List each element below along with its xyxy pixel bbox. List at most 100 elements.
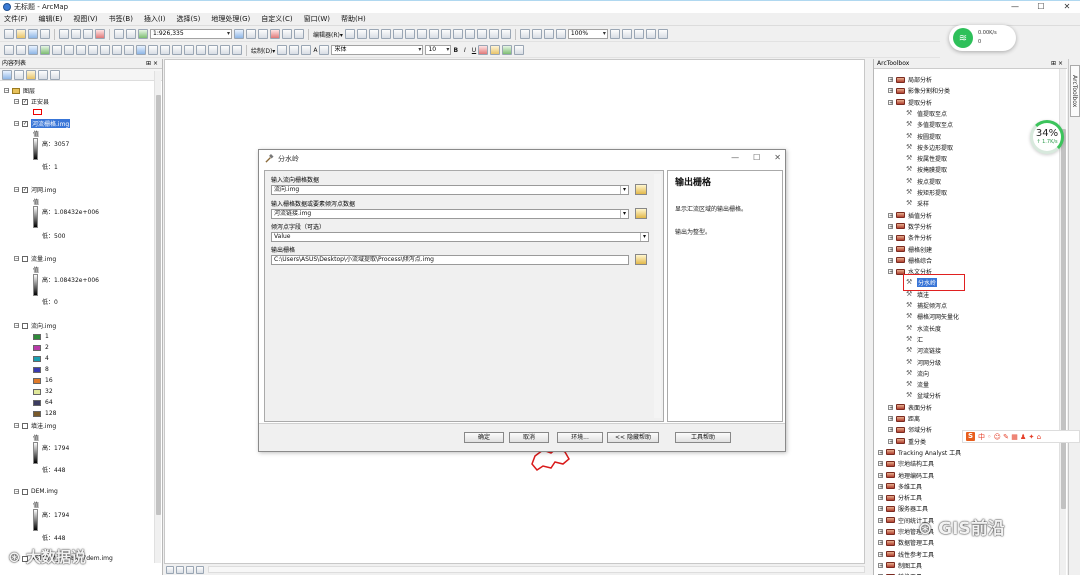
hyperlink-icon[interactable] <box>148 45 158 55</box>
layer-name[interactable]: 河网.img <box>31 185 56 194</box>
change-layout-icon[interactable] <box>633 29 644 39</box>
environments-button[interactable]: 环境... <box>557 432 603 443</box>
expand-icon[interactable]: + <box>878 461 883 467</box>
italic-button[interactable]: I <box>464 47 466 54</box>
collapse-icon[interactable]: − <box>14 256 19 262</box>
toolset-item[interactable]: + 数学分析 <box>888 222 932 231</box>
viewer-window-icon[interactable] <box>232 45 242 55</box>
toolset-item[interactable]: + 局部分析 <box>888 75 932 84</box>
dialog-minimize-button[interactable]: — <box>731 153 739 162</box>
minimize-button[interactable]: — <box>1002 1 1028 13</box>
layer-row[interactable]: − ✓ 正安县 <box>14 97 49 106</box>
toolset-item[interactable]: + 线性参考工具 <box>878 550 934 559</box>
layer-visibility-checkbox[interactable] <box>22 255 28 262</box>
rotate-element-icon[interactable] <box>289 45 300 55</box>
data-view-icon[interactable] <box>166 565 174 574</box>
layout-icon[interactable] <box>519 29 530 39</box>
collapse-icon[interactable]: − <box>14 99 19 105</box>
list-by-selection-icon[interactable] <box>38 69 48 80</box>
toolset-item[interactable]: + 邻域分析 <box>888 425 932 434</box>
tool-item[interactable]: ⚒ 多值提取至点 <box>906 120 953 130</box>
model-builder-icon[interactable] <box>294 29 304 39</box>
tool-item[interactable]: ⚒ 栅格河网矢量化 <box>906 312 959 322</box>
layer-name[interactable]: 流向.img <box>31 321 56 330</box>
attributes-icon[interactable] <box>476 29 487 39</box>
full-extent-icon[interactable] <box>40 45 50 55</box>
toolset-item[interactable]: + 服务器工具 <box>878 504 928 513</box>
table-of-contents-icon[interactable] <box>246 29 256 39</box>
expand-icon[interactable]: + <box>878 506 883 512</box>
arctoolbox-pin-close[interactable]: ⊞ × <box>1051 59 1063 69</box>
layer-visibility-checkbox[interactable] <box>22 322 28 329</box>
tool-item[interactable]: ⚒ 采样 <box>906 199 929 209</box>
find-icon[interactable] <box>184 45 194 55</box>
expand-icon[interactable]: + <box>888 88 893 94</box>
copy-icon[interactable] <box>71 29 81 39</box>
tool-item[interactable]: ⚒ 流量 <box>906 380 929 390</box>
new-map-icon[interactable] <box>4 29 14 39</box>
expand-icon[interactable]: + <box>888 246 893 252</box>
tool-item[interactable]: ⚒ 值提取至点 <box>906 109 947 118</box>
tool-item[interactable]: ⚒ 按矩形提取 <box>906 188 947 198</box>
expand-icon[interactable]: + <box>888 416 893 422</box>
toolset-item[interactable]: + 栅格综合 <box>888 256 932 265</box>
list-by-source-icon[interactable] <box>14 69 24 80</box>
fixed-zoom-out-icon[interactable] <box>64 45 74 55</box>
toolset-item[interactable]: + 影像分割和分类 <box>888 86 950 95</box>
edit-tool-icon[interactable] <box>344 29 355 39</box>
layer-visibility-checkbox[interactable] <box>22 488 28 495</box>
dialog-close-button[interactable]: ✕ <box>774 153 781 162</box>
tool-item[interactable]: ⚒ 按掩膜提取 <box>906 165 947 175</box>
layer-visibility-checkbox[interactable]: ✓ <box>22 98 28 105</box>
add-data-icon[interactable] <box>138 29 148 39</box>
cut-icon[interactable] <box>59 29 69 39</box>
menu-insert[interactable]: 插入(I) <box>144 14 166 24</box>
arctoolbox-tab-label[interactable]: ArcToolbox <box>1070 65 1080 117</box>
pour-point-input[interactable]: 河流链接.img ▾ <box>271 209 629 219</box>
layer-name[interactable]: 流量.img <box>31 254 56 263</box>
collapse-icon[interactable]: − <box>14 323 19 329</box>
layer-name[interactable]: 正安县 <box>31 97 49 106</box>
toggle-draft-icon[interactable] <box>609 29 620 39</box>
tool-help-button[interactable]: 工具帮助 <box>675 432 731 443</box>
font-combo[interactable]: 宋体 <box>331 45 424 55</box>
tool-item[interactable]: ⚒ 水流长度 <box>906 324 941 333</box>
expand-icon[interactable]: + <box>888 77 893 83</box>
tool-item[interactable]: ⚒ 河流链接 <box>906 346 941 356</box>
toc-pin-close[interactable]: ⊞ × <box>146 59 158 69</box>
toolset-item[interactable]: + 插值分析 <box>888 211 932 220</box>
expand-icon[interactable]: + <box>888 404 893 410</box>
redo-icon[interactable] <box>126 29 136 39</box>
cut-polygons-icon[interactable] <box>440 29 451 39</box>
map-h-scrollbar[interactable] <box>208 566 865 573</box>
expand-icon[interactable]: + <box>888 438 893 444</box>
reshape-icon[interactable] <box>428 29 439 39</box>
menu-help[interactable]: 帮助(H) <box>341 14 366 24</box>
trace-icon[interactable] <box>392 29 403 39</box>
layer-row[interactable]: − 流向.img <box>14 321 56 330</box>
tool-item[interactable]: ⚒ 按属性提取 <box>906 154 947 164</box>
split-icon[interactable] <box>452 29 463 39</box>
text-tool[interactable]: A <box>313 47 317 54</box>
zoom-out-icon[interactable] <box>16 45 26 55</box>
menu-selection[interactable]: 选择(S) <box>176 14 200 24</box>
expand-icon[interactable]: + <box>888 257 893 263</box>
browse-folder-icon[interactable] <box>635 254 647 265</box>
toc-scrollbar[interactable] <box>154 71 161 563</box>
pour-point-field-select[interactable]: Value ▾ <box>271 232 649 242</box>
expand-icon[interactable]: + <box>888 223 893 229</box>
fill-color-icon[interactable] <box>490 45 501 55</box>
toolset-item[interactable]: + 宗地结构工具 <box>878 459 934 468</box>
expand-icon[interactable]: + <box>878 449 883 455</box>
pan-icon[interactable] <box>28 45 38 55</box>
zoom-in-icon[interactable] <box>4 45 14 55</box>
rectangle-icon[interactable] <box>301 45 312 55</box>
toolset-item[interactable]: + 栅格创建 <box>888 245 932 254</box>
output-raster-input[interactable]: C:\Users\ASUS\Desktop\小流域提取\Process\倾泻点.… <box>271 255 629 265</box>
rotate-icon[interactable] <box>464 29 475 39</box>
layer-name[interactable]: DEM.img <box>31 488 58 495</box>
toolset-item[interactable]: + 多维工具 <box>878 482 922 491</box>
layer-row[interactable]: − 流量.img <box>14 254 56 263</box>
end-point-arc-icon[interactable] <box>380 29 391 39</box>
draw-menu[interactable]: 绘制(D)▾ <box>251 46 275 55</box>
